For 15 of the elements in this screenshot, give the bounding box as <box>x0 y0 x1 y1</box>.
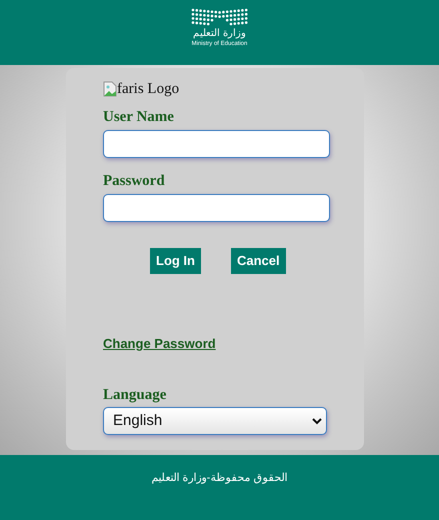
username-field[interactable] <box>103 130 330 158</box>
language-select[interactable]: English <box>103 407 327 435</box>
ministry-logo-icon <box>190 8 248 26</box>
copyright-text: الحقوق محفوظة-وزارة التعليم <box>152 471 288 485</box>
broken-image-icon <box>103 81 117 97</box>
cancel-button[interactable]: Cancel <box>231 248 286 274</box>
field-label: Password <box>103 172 166 190</box>
change-password-link[interactable]: Change Password <box>103 336 216 351</box>
login-button[interactable]: Log In <box>150 248 201 274</box>
logo-arabic-text: وزارة التعليم <box>193 28 246 40</box>
password-field[interactable] <box>103 194 330 222</box>
field-label: User Name <box>103 108 175 126</box>
language-label: Language <box>103 386 168 404</box>
logo-alt-text: faris Logo <box>117 80 180 99</box>
chevron-down-icon <box>312 418 322 424</box>
